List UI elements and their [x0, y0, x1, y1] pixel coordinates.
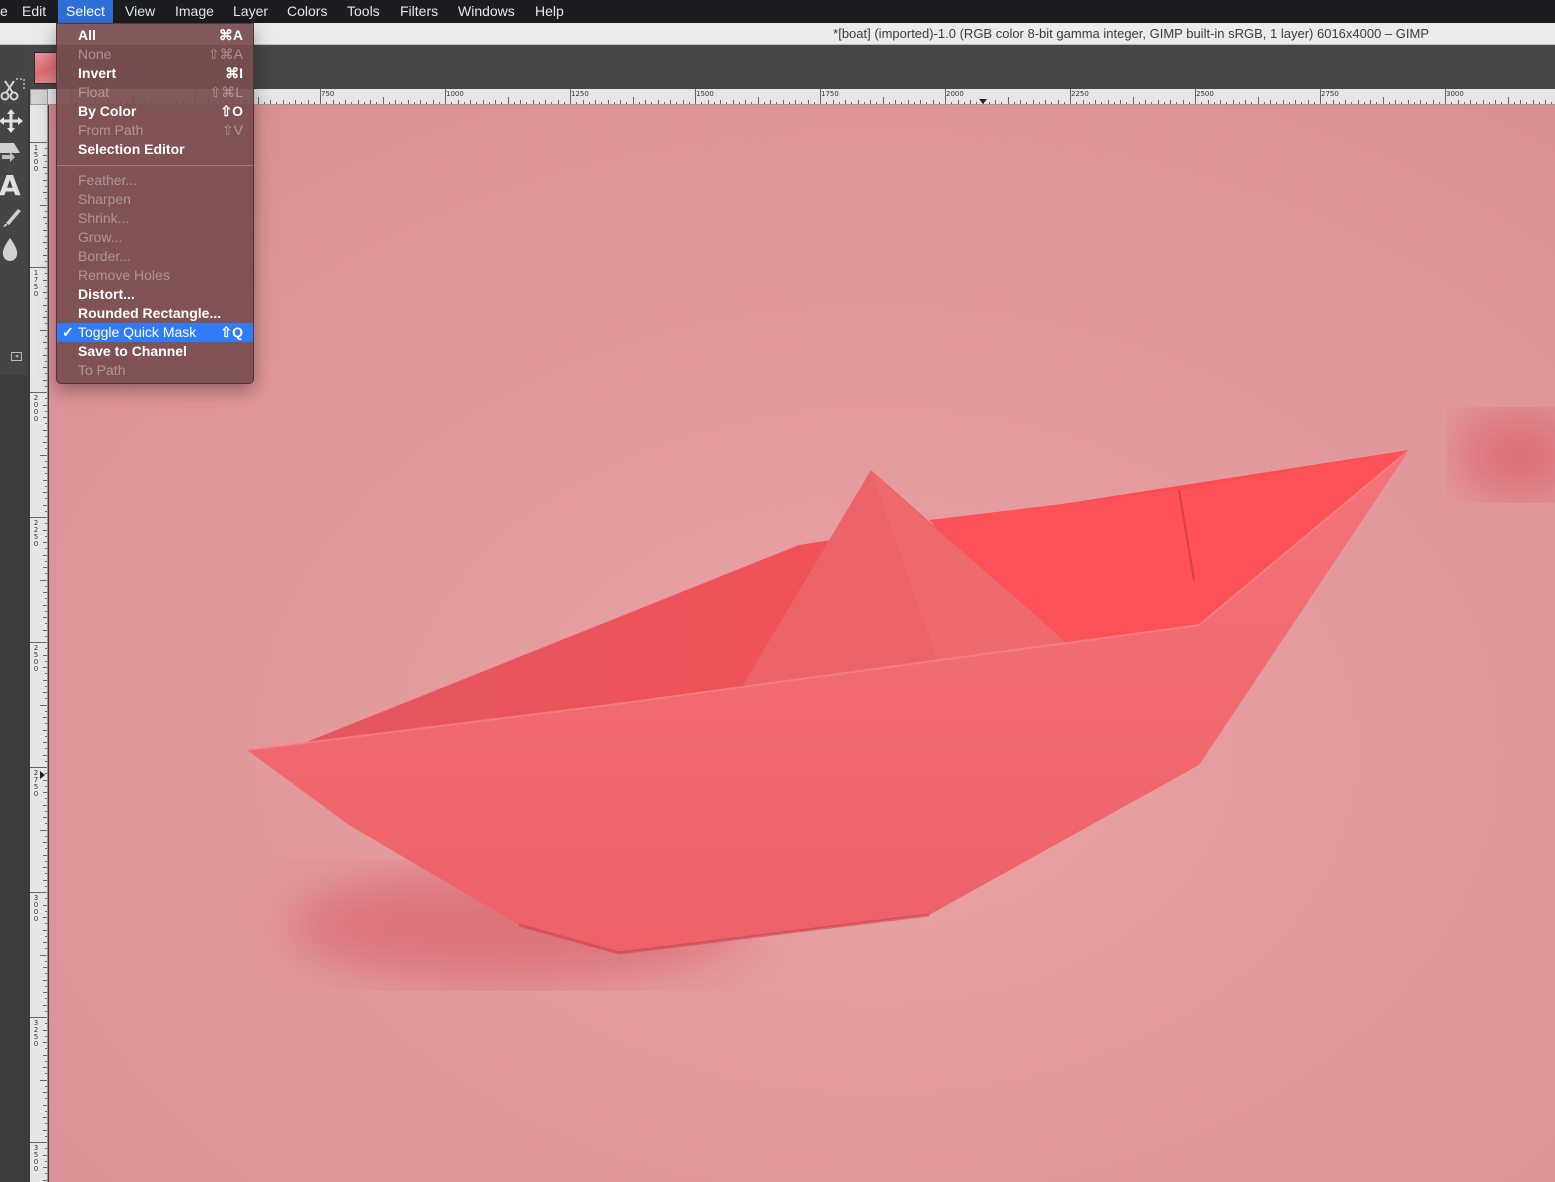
pointer-position-marker	[40, 771, 45, 779]
menu-item-toggle-quick-mask[interactable]: ✓ Toggle Quick Mask ⇧Q	[57, 323, 253, 342]
menu-item-to-path[interactable]: To Path	[57, 361, 253, 380]
menu-item-remove-holes[interactable]: Remove Holes	[57, 266, 253, 285]
menu-item-shortcut: ⇧O	[220, 103, 243, 119]
menu-item-label: By Color	[78, 103, 137, 119]
ruler-label: 2250	[33, 519, 39, 548]
select-menu-dropdown: All ⌘A None ⇧⌘A Invert ⌘I Float ⇧⌘L By C…	[56, 23, 254, 384]
ruler-label: 3000	[33, 894, 39, 923]
menu-item-shortcut: ⌘I	[225, 65, 243, 81]
transform-icon[interactable]	[0, 139, 26, 167]
ruler-label: 1500	[696, 90, 714, 98]
ruler-label: 1750	[821, 90, 839, 98]
image-tab-strip	[28, 45, 1555, 89]
menu-item-label: Shrink...	[78, 210, 130, 226]
menu-item-shortcut: ⇧Q	[220, 324, 243, 340]
menu-view[interactable]: View	[117, 0, 163, 23]
ruler-label: 3000	[1446, 90, 1464, 98]
ruler-label: 750	[321, 90, 335, 98]
menu-item-shortcut: ⇧⌘L	[209, 84, 243, 100]
menu-item-shortcut: ⇧⌘A	[207, 46, 243, 62]
quick-mask-toggle-corner[interactable]	[30, 89, 48, 105]
menu-item-label: Rounded Rectangle...	[78, 305, 222, 321]
scissors-select-icon[interactable]	[0, 75, 26, 103]
window-title: *[boat] (imported)-1.0 (RGB color 8-bit …	[833, 26, 1429, 41]
menu-item-label: Toggle Quick Mask	[78, 324, 197, 340]
menu-item-grow[interactable]: Grow...	[57, 228, 253, 247]
menu-colors[interactable]: Colors	[279, 0, 335, 23]
menu-item-label: All	[78, 27, 96, 43]
menu-windows[interactable]: Windows	[450, 0, 523, 23]
horizontal-ruler[interactable]: 750 1000 1250 1500 1750 2000 2250 2500 2…	[48, 89, 1555, 105]
menu-item-label: Distort...	[78, 286, 135, 302]
pointer-position-marker	[979, 99, 987, 104]
menu-item-label: Sharpen	[78, 191, 131, 207]
menu-image[interactable]: Image	[167, 0, 222, 23]
menu-item-sharpen[interactable]: Sharpen	[57, 190, 253, 209]
menu-item-none[interactable]: None ⇧⌘A	[57, 45, 253, 64]
ruler-label: 3500	[33, 1144, 39, 1173]
ruler-label: 2250	[1071, 90, 1089, 98]
ruler-label: 2750	[1321, 90, 1339, 98]
image-canvas[interactable]	[49, 105, 1555, 1182]
text-icon[interactable]: A	[0, 169, 26, 202]
menu-item-shortcut: ⌘A	[218, 27, 243, 43]
menu-item-float[interactable]: Float ⇧⌘L	[57, 83, 253, 102]
menu-item-save-to-channel[interactable]: Save to Channel	[57, 342, 253, 361]
ruler-label: 2000	[946, 90, 964, 98]
menu-item-label: Remove Holes	[78, 267, 170, 283]
menu-separator	[57, 165, 253, 166]
ruler-label: 1000	[446, 90, 464, 98]
menu-item-feather[interactable]: Feather...	[57, 171, 253, 190]
collapse-icon[interactable]: ◂	[11, 352, 22, 361]
menu-item-shortcut: ⇧V	[221, 122, 243, 138]
ruler-label: 2500	[1196, 90, 1214, 98]
text-tool-glyph: A	[0, 169, 21, 202]
menu-item-label: To Path	[78, 362, 126, 378]
menu-item-from-path[interactable]: From Path ⇧V	[57, 121, 253, 140]
paintbrush-icon[interactable]	[0, 203, 26, 231]
menu-item-label: From Path	[78, 122, 144, 138]
menu-item-label: None	[78, 46, 112, 62]
menu-item-all[interactable]: All ⌘A	[57, 26, 253, 45]
menu-filters[interactable]: Filters	[392, 0, 446, 23]
menu-item-label: Save to Channel	[78, 343, 187, 359]
ruler-label: 3250	[33, 1019, 39, 1048]
menu-select[interactable]: Select	[58, 0, 113, 23]
checkmark-icon: ✓	[62, 324, 74, 340]
ruler-label: 2000	[33, 394, 39, 423]
menu-bar: e Edit Select View Image Layer Colors To…	[0, 0, 1555, 23]
menu-help[interactable]: Help	[527, 0, 572, 23]
vertical-ruler[interactable]: 1500 1750 2000 2250 2500 2750 3000 3250 …	[30, 105, 48, 1182]
menu-edit[interactable]: Edit	[14, 0, 54, 23]
menu-item-by-color[interactable]: By Color ⇧O	[57, 102, 253, 121]
menu-item-selection-editor[interactable]: Selection Editor	[57, 140, 253, 159]
menu-item-distort[interactable]: Distort...	[57, 285, 253, 304]
menu-item-invert[interactable]: Invert ⌘I	[57, 64, 253, 83]
toolbox: A ◂	[0, 45, 28, 1182]
menu-tools[interactable]: Tools	[339, 0, 388, 23]
dodge-burn-icon[interactable]	[0, 235, 26, 263]
menu-item-rounded-rectangle[interactable]: Rounded Rectangle...	[57, 304, 253, 323]
menu-item-shrink[interactable]: Shrink...	[57, 209, 253, 228]
menu-item-label: Border...	[78, 248, 131, 264]
menu-item-label: Feather...	[78, 172, 138, 188]
menu-item-label: Invert	[78, 65, 117, 81]
menu-item-label: Selection Editor	[78, 141, 185, 157]
menu-layer[interactable]: Layer	[225, 0, 276, 23]
menu-item-label: Grow...	[78, 229, 123, 245]
ruler-label: 2500	[33, 644, 39, 673]
ruler-label: 2750	[33, 769, 39, 798]
move-icon[interactable]	[0, 107, 26, 135]
boat-image	[49, 105, 1555, 1182]
menu-item-label: Float	[78, 84, 110, 100]
ruler-label: 1750	[33, 269, 39, 298]
menu-item-border[interactable]: Border...	[57, 247, 253, 266]
ruler-label: 1500	[33, 144, 39, 173]
toolbox-panel-bottom	[0, 375, 28, 1182]
ruler-label: 1250	[571, 90, 589, 98]
